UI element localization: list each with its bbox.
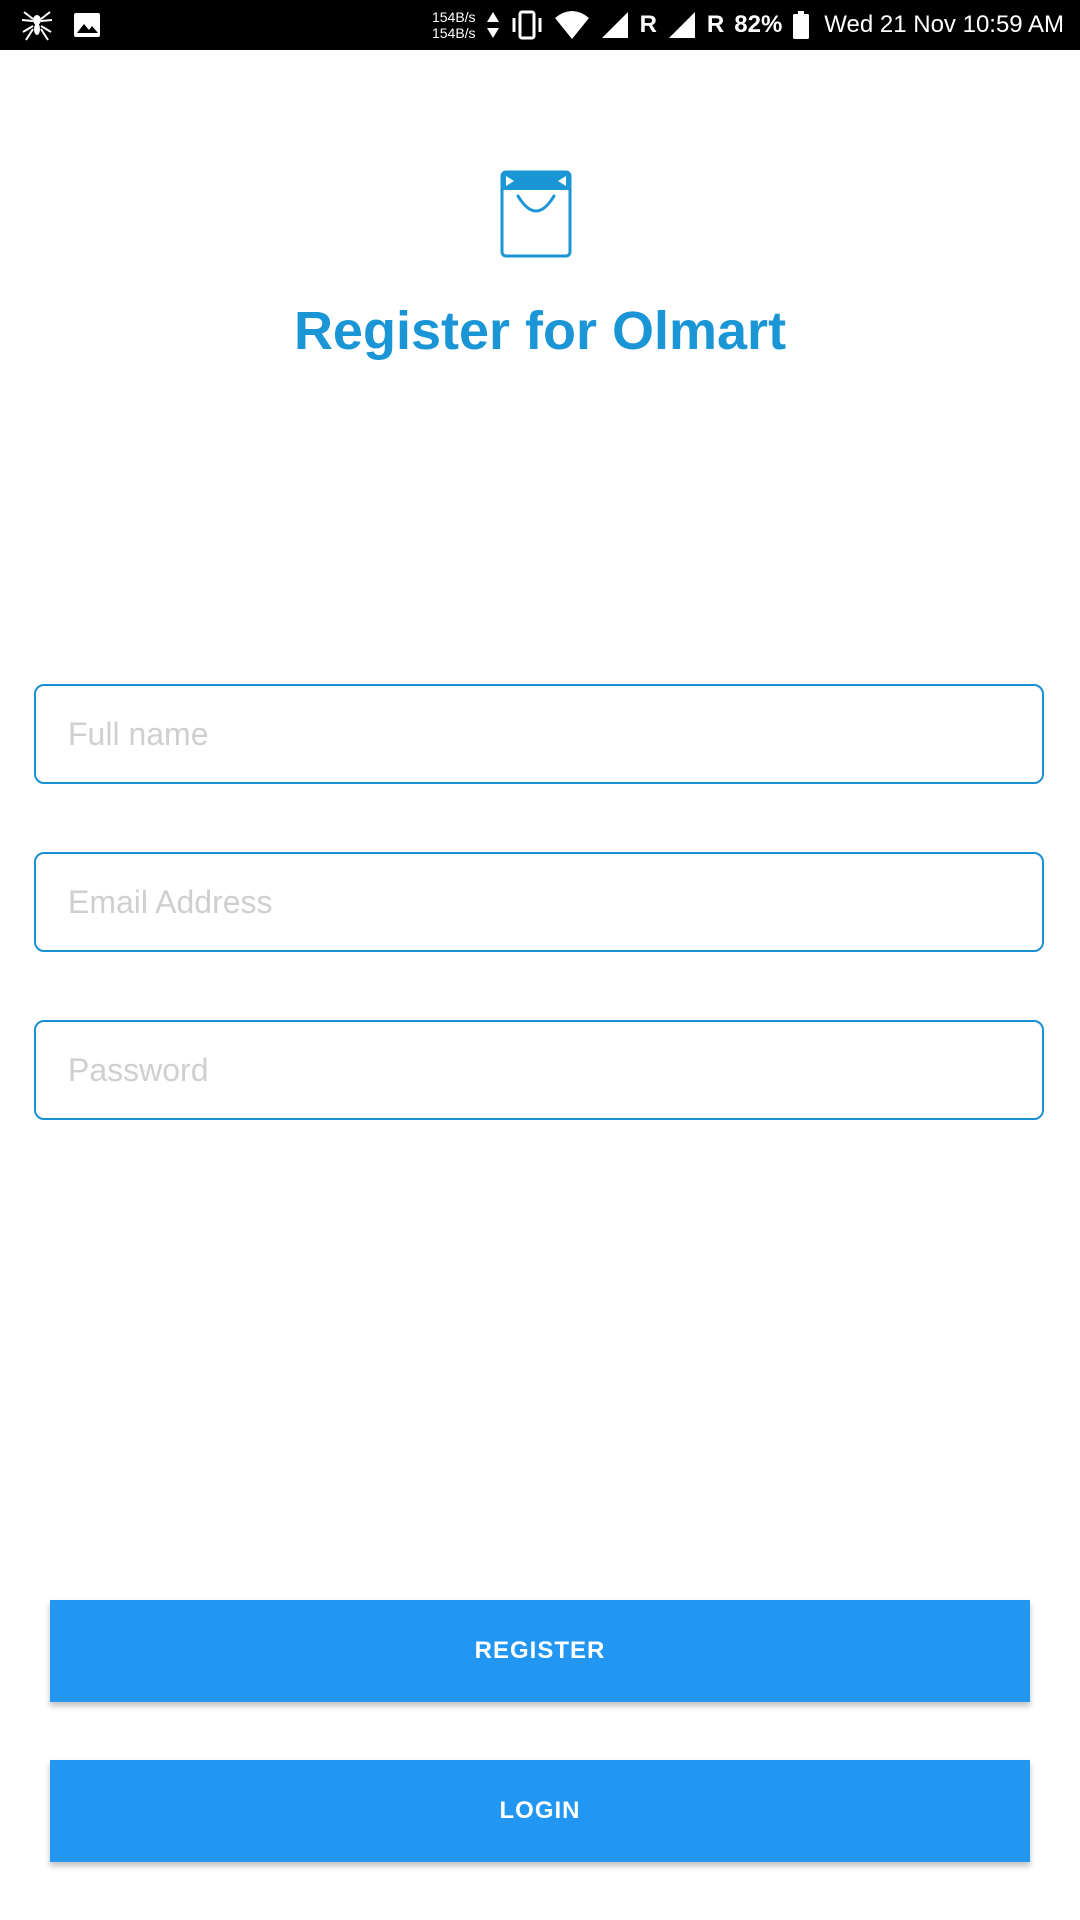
register-button[interactable]: REGISTER: [50, 1600, 1030, 1702]
data-arrows-icon: [486, 10, 500, 40]
status-bar-right: 154B/s 154B/s R R 82% Wed 21 Nov 10:59 A…: [432, 0, 1064, 50]
page-title: Register for Olmart: [293, 301, 787, 361]
shopping-bag-icon: [500, 170, 572, 258]
vibrate-icon: [510, 10, 544, 40]
status-datetime: Wed 21 Nov 10:59 AM: [824, 11, 1064, 38]
network-speed-down: 154B/s: [431, 25, 476, 41]
roaming-indicator: R: [639, 11, 657, 38]
image-icon: [72, 8, 102, 42]
fullname-field[interactable]: [34, 684, 1044, 784]
signal-icon: [667, 10, 697, 40]
network-speed-up: 154B/s: [431, 9, 476, 25]
signal-icon: [600, 10, 630, 40]
password-input[interactable]: [36, 1022, 1042, 1118]
spider-app-icon: [20, 8, 54, 42]
battery-icon: [792, 10, 810, 40]
status-bar: 154B/s 154B/s R R 82% Wed 21 Nov 10:59 A…: [0, 0, 1080, 50]
email-input[interactable]: [36, 854, 1042, 950]
roaming-indicator: R: [706, 11, 725, 38]
network-speed: 154B/s 154B/s: [432, 9, 476, 41]
email-field[interactable]: [34, 852, 1044, 952]
login-button[interactable]: LOGIN: [50, 1760, 1030, 1862]
wifi-icon: [554, 10, 590, 40]
battery-percentage: 82%: [734, 11, 783, 38]
fullname-input[interactable]: [36, 686, 1042, 782]
password-field[interactable]: [34, 1020, 1044, 1120]
